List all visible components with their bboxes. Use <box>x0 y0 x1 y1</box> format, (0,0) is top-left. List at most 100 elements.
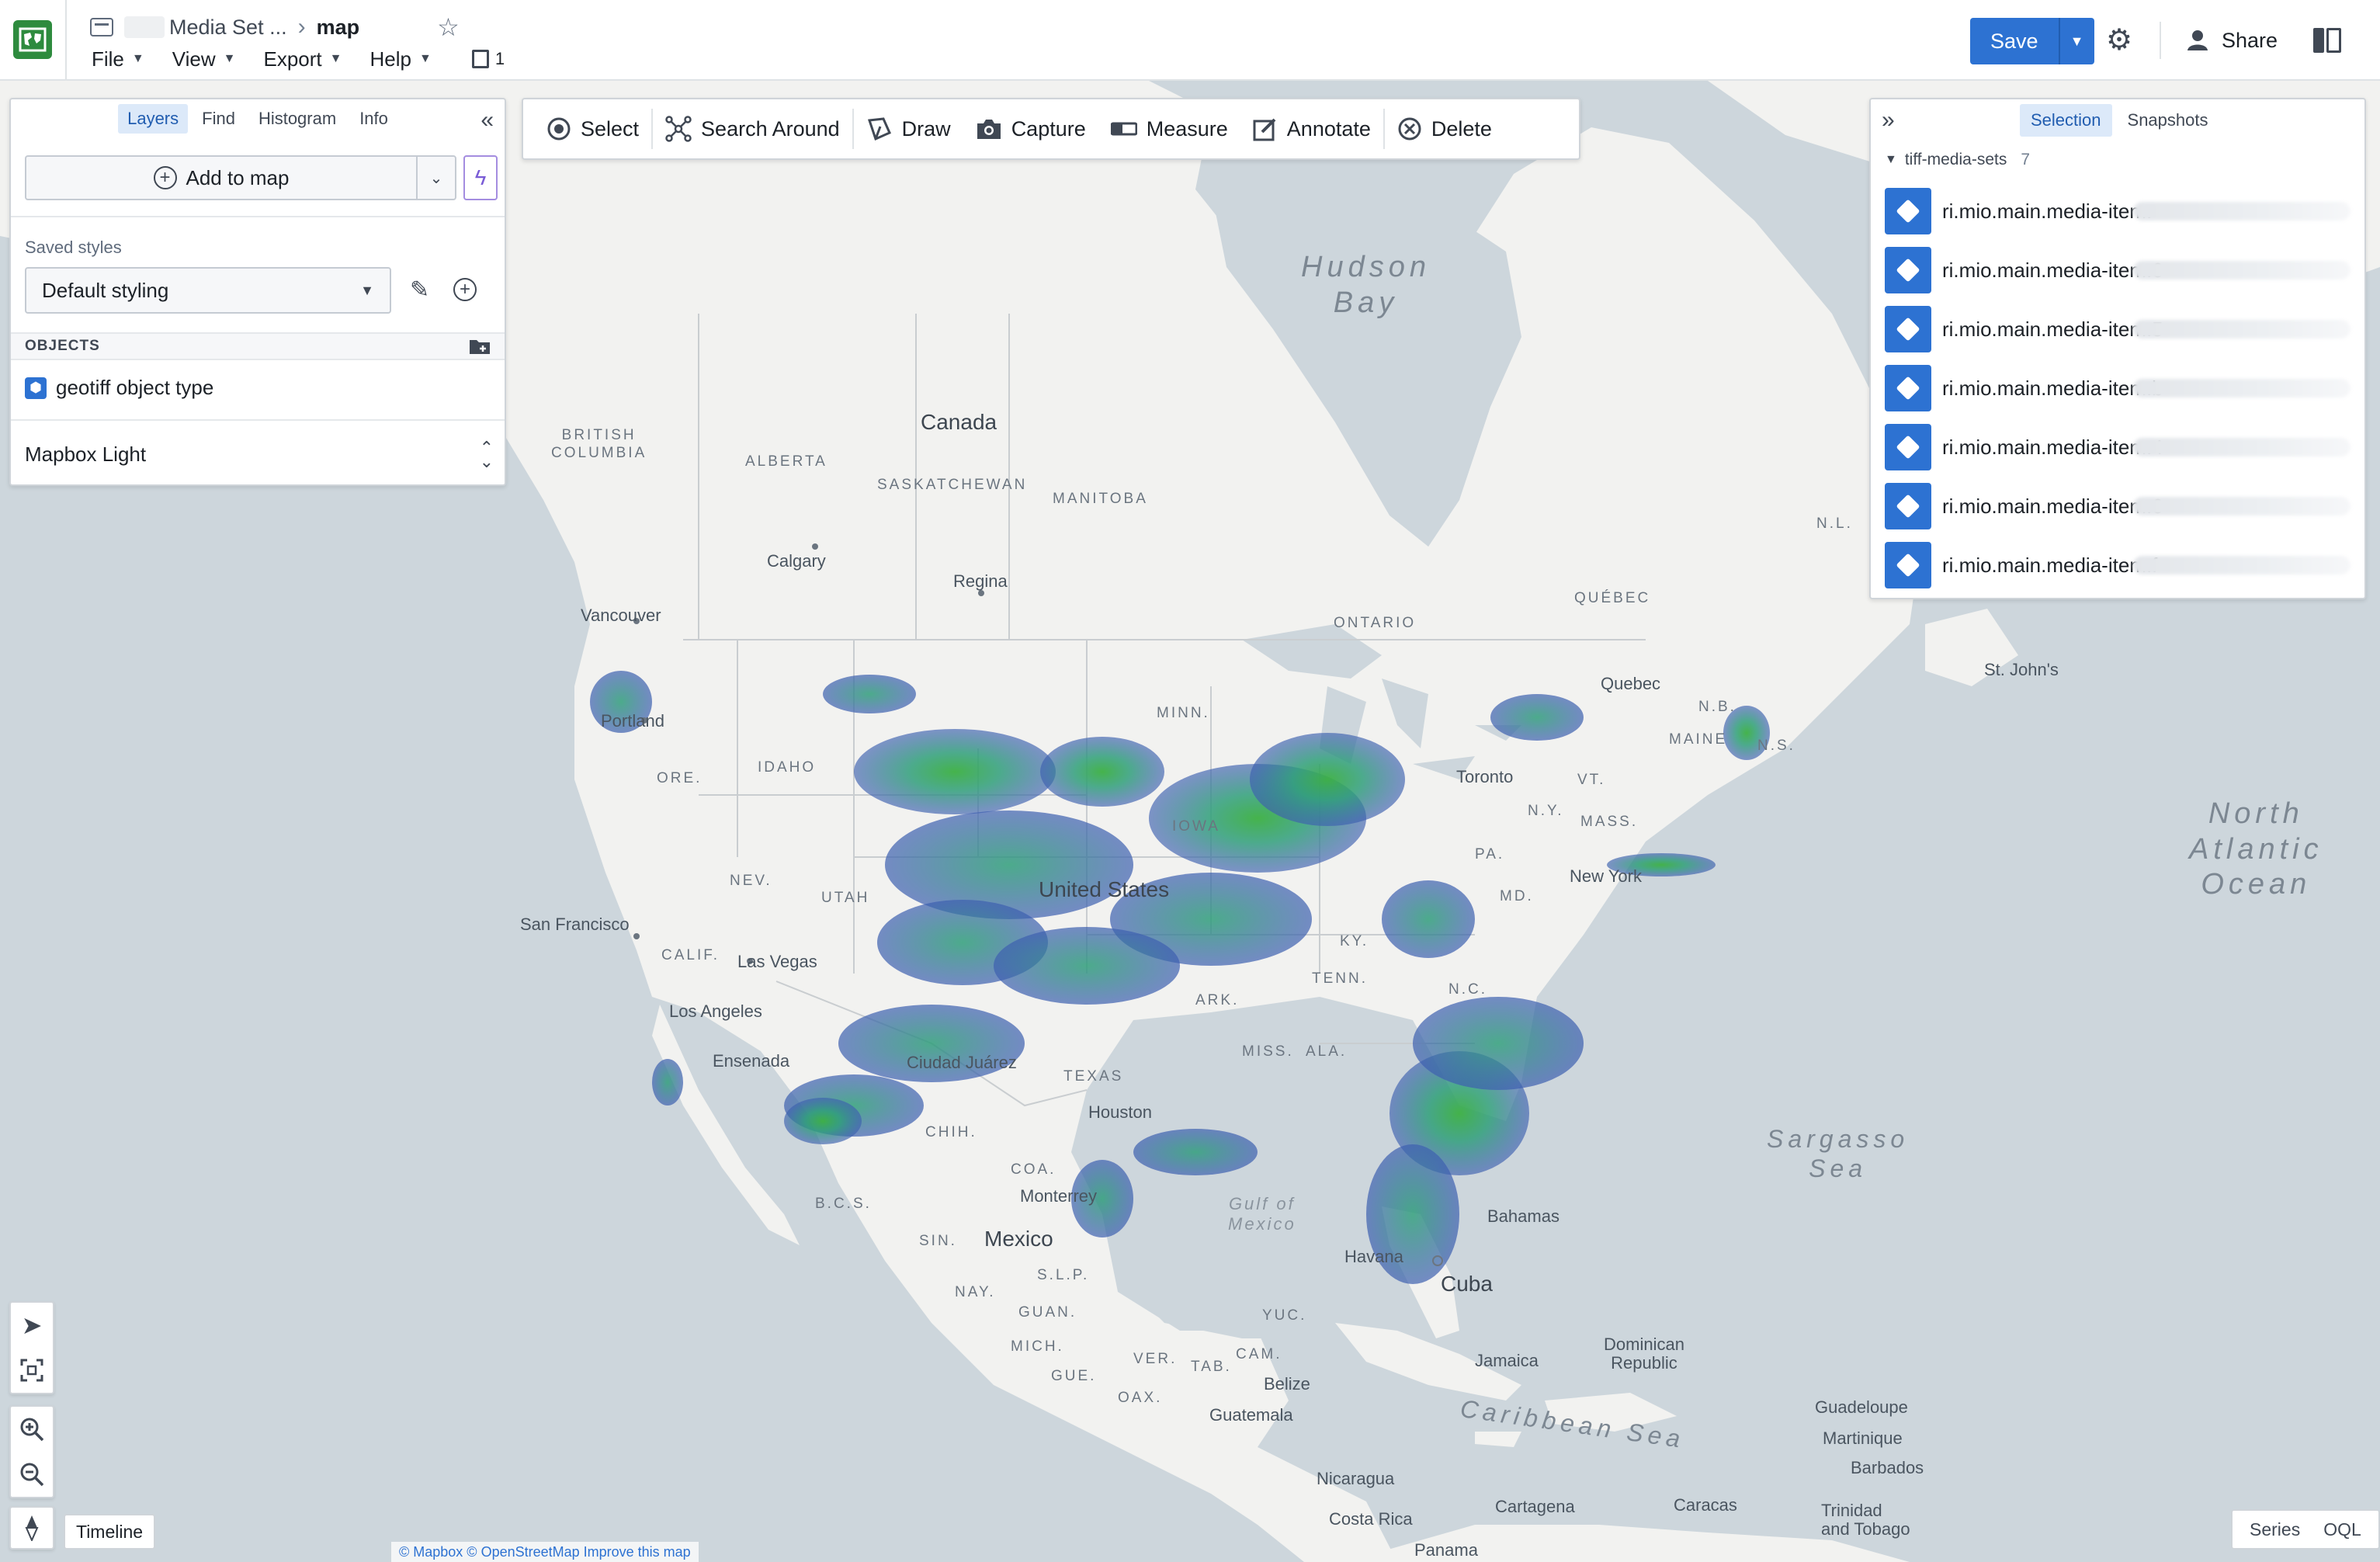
tab-histogram[interactable]: Histogram <box>249 104 345 134</box>
label-bahamas: Bahamas <box>1487 1206 1559 1226</box>
gear-icon[interactable]: ⚙ <box>2104 25 2135 56</box>
menu-label: Help <box>369 47 411 71</box>
list-item[interactable]: ri.mio.main.media-item. <box>1885 182 2354 241</box>
label-nev: NEV. <box>730 873 772 889</box>
lightning-button[interactable]: ϟ <box>463 155 498 200</box>
list-item[interactable]: ri.mio.main.media-item.b <box>1885 359 2354 418</box>
label-los-angeles: Los Angeles <box>669 1001 762 1021</box>
save-button[interactable]: Save <box>1970 18 2060 64</box>
label-guadeloupe: Guadeloupe <box>1815 1397 1908 1417</box>
label-alberta: ALBERTA <box>745 453 827 470</box>
list-item[interactable]: ri.mio.main.media-item.6 <box>1885 477 2354 536</box>
dataset-count-value: 1 <box>494 49 505 68</box>
series-button[interactable]: Series <box>2250 1519 2300 1540</box>
label-ark: ARK. <box>1195 992 1240 1008</box>
cube-icon <box>1885 542 1931 588</box>
menu-label: File <box>92 47 124 71</box>
collapse-left-icon[interactable]: « <box>481 107 494 134</box>
oql-button[interactable]: OQL <box>2323 1519 2361 1540</box>
fit-bounds-button[interactable] <box>11 1348 53 1393</box>
tool-label: Draw <box>901 116 951 141</box>
caret-down-icon: ▼ <box>131 52 144 65</box>
page-title[interactable]: map <box>317 16 360 40</box>
share-button[interactable]: Share <box>2187 25 2278 56</box>
redacted-id <box>2133 320 2351 338</box>
label-north-atlantic: North Atlantic Ocean <box>2189 797 2323 901</box>
tool-search-around[interactable]: Search Around <box>653 99 852 158</box>
object-layer-row[interactable]: ⬢ geotiff object type <box>25 376 213 400</box>
basemap-selector[interactable]: Mapbox Light ⌃ ⌄ <box>25 439 494 470</box>
app-icon[interactable] <box>0 0 67 79</box>
label-vt: VT. <box>1577 772 1606 788</box>
tool-capture[interactable]: Capture <box>963 99 1098 158</box>
label-chih: CHIH. <box>925 1124 977 1140</box>
selection-group-header[interactable]: ▼ tiff-media-sets 7 <box>1885 151 2030 169</box>
tab-find[interactable]: Find <box>193 104 245 134</box>
cube-icon <box>1885 247 1931 293</box>
saved-style-value: Default styling <box>42 278 169 302</box>
zoom-out-button[interactable] <box>11 1452 53 1497</box>
tool-measure[interactable]: Measure <box>1098 99 1240 158</box>
label-ky: KY. <box>1340 933 1369 949</box>
tab-info[interactable]: Info <box>350 104 397 134</box>
label-sin: SIN. <box>919 1233 957 1249</box>
compass-button[interactable] <box>11 1508 53 1548</box>
label-mass: MASS. <box>1580 814 1639 830</box>
basemap-label: Mapbox Light <box>25 443 147 467</box>
label-vancouver: Vancouver <box>581 606 661 625</box>
new-folder-icon[interactable] <box>469 338 491 355</box>
panel-toggle-icon[interactable] <box>2313 28 2341 53</box>
timeline-button[interactable]: Timeline <box>64 1514 156 1550</box>
tool-delete[interactable]: Delete <box>1385 99 1504 158</box>
label-iowa: IOWA <box>1172 818 1220 835</box>
navigation-arrow-icon: ➤ <box>21 1311 43 1339</box>
label-martinique: Martinique <box>1823 1428 1903 1448</box>
label-idaho: IDAHO <box>758 759 817 776</box>
add-to-map-button[interactable]: + Add to map <box>26 157 418 199</box>
item-label: ri.mio.main.media-item.6 <box>1942 494 2163 518</box>
right-panel-tabs: Selection Snapshots <box>2020 104 2219 137</box>
saved-style-select[interactable]: Default styling ▼ <box>25 267 391 314</box>
zoom-in-button[interactable] <box>11 1407 53 1452</box>
label-nl: N.L. <box>1816 515 1853 532</box>
save-dropdown-button[interactable]: ▼ <box>2059 18 2094 64</box>
dataset-count[interactable]: 1 <box>471 49 505 69</box>
tab-selection[interactable]: Selection <box>2020 104 2112 137</box>
left-panel-tabs: Layers Find Histogram Info <box>11 99 505 138</box>
tab-layers[interactable]: Layers <box>118 104 189 134</box>
add-to-map-dropdown[interactable]: ⌄ <box>418 157 455 199</box>
breadcrumb: Media Set ... › map ☆ <box>90 12 460 42</box>
add-style-button[interactable]: + <box>453 278 477 301</box>
locate-button[interactable]: ➤ <box>11 1303 53 1348</box>
list-item[interactable]: ri.mio.main.media-item.6 <box>1885 241 2354 300</box>
label-new-york: New York <box>1570 866 1642 886</box>
label-oax: OAX. <box>1118 1390 1163 1406</box>
cube-icon <box>1885 306 1931 352</box>
tool-draw[interactable]: Draw <box>854 99 963 158</box>
map-attribution[interactable]: © Mapbox © OpenStreetMap Improve this ma… <box>391 1542 699 1562</box>
label-havana: Havana <box>1344 1247 1403 1266</box>
list-item[interactable]: ri.mio.main.media-item.f <box>1885 536 2354 595</box>
label-ala: ALA. <box>1306 1043 1348 1060</box>
breadcrumb-folder[interactable]: Media Set ... <box>169 16 287 40</box>
pencil-icon[interactable]: ✎ <box>410 276 429 304</box>
menu-file[interactable]: File ▼ <box>92 47 144 71</box>
group-name: tiff-media-sets <box>1904 151 2007 168</box>
menu-help[interactable]: Help ▼ <box>369 47 431 71</box>
list-item[interactable]: ri.mio.main.media-item.4 <box>1885 418 2354 477</box>
menu-export[interactable]: Export ▼ <box>263 47 342 71</box>
tab-snapshots[interactable]: Snapshots <box>2117 104 2219 137</box>
tool-select[interactable]: Select <box>534 99 651 158</box>
objects-header-label: OBJECTS <box>25 338 100 354</box>
plus-circle-icon: + <box>453 278 477 301</box>
label-guan: GUAN. <box>1018 1304 1077 1321</box>
chevron-right-icon: › <box>297 14 306 40</box>
label-utah: UTAH <box>821 890 870 906</box>
expand-right-icon[interactable]: » <box>1882 107 1895 134</box>
tool-label: Select <box>581 116 640 141</box>
star-icon[interactable]: ☆ <box>437 12 460 42</box>
menu-view[interactable]: View ▼ <box>172 47 236 71</box>
list-item[interactable]: ri.mio.main.media-item.5 <box>1885 300 2354 359</box>
tool-annotate[interactable]: Annotate <box>1240 99 1383 158</box>
redacted-id <box>2133 261 2351 279</box>
